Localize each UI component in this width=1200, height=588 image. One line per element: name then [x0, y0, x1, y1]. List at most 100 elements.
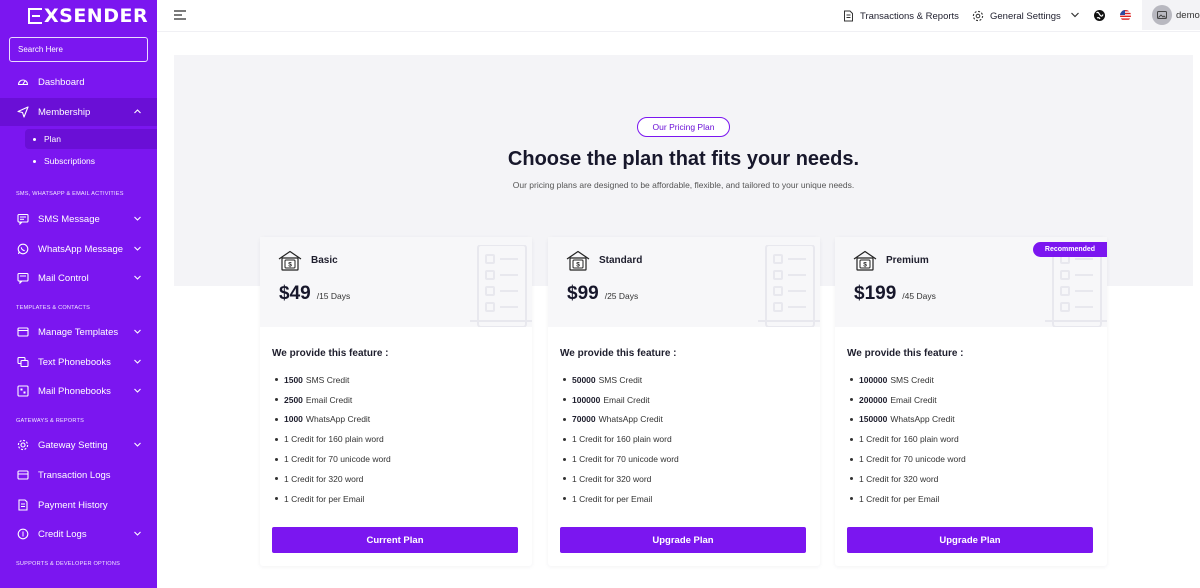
sidebar-item-membership[interactable]: Membership [0, 98, 157, 126]
pricing-pill: Our Pricing Plan [637, 117, 730, 137]
image-placeholder-icon [1157, 11, 1167, 19]
feature-item: 1 Credit for per Email [850, 489, 966, 509]
feature-text: WhatsApp Credit [890, 414, 955, 425]
sidebar-item-transaction-logs[interactable]: Transaction Logs [0, 461, 157, 489]
plan-price: $49 /15 Days [279, 283, 350, 305]
plan-action-button[interactable]: Upgrade Plan [560, 527, 806, 553]
sidebar-search-input[interactable] [9, 37, 148, 62]
document-icon [844, 10, 853, 22]
plan-price-period: /45 Days [902, 291, 936, 301]
feature-text: 1 Credit for 70 unicode word [572, 454, 679, 465]
feature-amount: 70000 [572, 414, 596, 425]
sidebar-item-whatsapp-message[interactable]: WhatsApp Message [0, 235, 157, 263]
sidebar-item-label: Transaction Logs [38, 469, 111, 481]
feature-item: 1 Credit for 160 plain word [563, 429, 679, 449]
feature-text: 1 Credit for 160 plain word [284, 434, 384, 445]
sms-icon [17, 213, 29, 225]
sidebar-subitem-plan[interactable]: Plan [25, 129, 157, 149]
feature-item: 1 Credit for 320 word [850, 469, 966, 489]
transactions-reports-link[interactable]: Transactions & Reports [843, 8, 959, 24]
template-icon [17, 326, 29, 338]
svg-text:$: $ [863, 262, 867, 269]
gear-icon [17, 439, 29, 451]
hamburger-menu-icon[interactable] [173, 9, 187, 21]
sidebar-item-label: Credit Logs [38, 528, 87, 540]
feature-text: SMS Credit [890, 374, 934, 385]
feature-text: 1 Credit for per Email [859, 493, 940, 504]
chevron-down-icon [134, 216, 141, 221]
svg-text:$: $ [288, 262, 292, 269]
chevron-down-icon [134, 359, 141, 364]
bullet-icon [33, 137, 36, 141]
document-watermark-icon [1045, 245, 1107, 327]
brand-name: XSENDER [44, 5, 149, 27]
user-menu[interactable]: demo [1142, 0, 1200, 30]
general-settings-label: General Settings [990, 10, 1061, 22]
sidebar-item-mail-control[interactable]: Mail Control [0, 264, 157, 292]
plan-action-button[interactable]: Current Plan [272, 527, 518, 553]
phonebook-icon [17, 356, 29, 368]
sidebar-item-label: Text Phonebooks [38, 356, 111, 368]
mail-icon [17, 272, 29, 284]
sidebar-subitem-label: Subscriptions [44, 156, 96, 166]
plan-name: Premium [886, 255, 929, 266]
sidebar-item-sms-message[interactable]: SMS Message [0, 205, 157, 233]
features-list: 1500 SMS Credit 2500 Email Credit 1000 WhatsA… [275, 370, 391, 509]
feature-text: WhatsApp Credit [598, 414, 663, 425]
feature-item: 100000 SMS Credit [850, 370, 966, 390]
chevron-up-icon [134, 109, 141, 114]
features-list: 50000 SMS Credit 100000 Email Credit 70000 Wh… [563, 370, 679, 509]
brand-logo[interactable]: XSENDER [28, 4, 148, 28]
pricing-card-header: $ Standard $99 /25 Days [548, 237, 820, 327]
chevron-down-icon[interactable] [1068, 8, 1082, 22]
language-globe-icon[interactable] [1092, 8, 1106, 22]
plan-money-icon: $ [566, 250, 590, 271]
feature-item: 1 Credit for 160 plain word [850, 429, 966, 449]
receipt-icon [17, 469, 29, 481]
feature-amount: 1000 [284, 414, 303, 425]
sidebar-item-credit-logs[interactable]: Credit Logs [0, 520, 157, 548]
sidebar-item-label: SMS Message [38, 213, 100, 225]
chevron-down-icon [134, 442, 141, 447]
feature-item: 200000 Email Credit [850, 390, 966, 410]
document-watermark-icon [758, 245, 820, 327]
chevron-down-icon [134, 275, 141, 280]
feature-text: 1 Credit for 160 plain word [572, 434, 672, 445]
sidebar-item-label: Mail Control [38, 272, 89, 284]
sidebar-item-label: Payment History [38, 499, 108, 511]
sidebar-item-mail-phonebooks[interactable]: Mail Phonebooks [0, 377, 157, 405]
feature-item: 1 Credit for 70 unicode word [563, 449, 679, 469]
sidebar-item-label: Gateway Setting [38, 439, 108, 451]
coins-icon [17, 528, 29, 540]
document-watermark-icon [470, 245, 532, 327]
sidebar-item-manage-templates[interactable]: Manage Templates [0, 318, 157, 346]
feature-text: 1 Credit for per Email [284, 493, 365, 504]
general-settings-link[interactable]: General Settings [972, 8, 1061, 24]
chevron-down-icon [134, 388, 141, 393]
feature-item: 1 Credit for 320 word [563, 469, 679, 489]
recommended-badge: Recommended [1033, 242, 1107, 257]
sidebar-item-label: WhatsApp Message [38, 243, 124, 255]
feature-item: 2500 Email Credit [275, 390, 391, 410]
send-icon [17, 106, 29, 118]
plan-name: Basic [311, 255, 338, 266]
feature-item: 1 Credit for 70 unicode word [275, 449, 391, 469]
sidebar-item-gateway-setting[interactable]: Gateway Setting [0, 431, 157, 459]
sidebar-subitem-subscriptions[interactable]: Subscriptions [25, 151, 157, 171]
features-title: We provide this feature : [272, 348, 389, 359]
feature-item: 1500 SMS Credit [275, 370, 391, 390]
sidebar-item-dashboard[interactable]: Dashboard [0, 68, 157, 96]
sidebar-item-label: Membership [38, 106, 91, 118]
sidebar-item-payment-history[interactable]: Payment History [0, 491, 157, 519]
feature-text: 1 Credit for 320 word [284, 473, 364, 484]
document-icon [17, 499, 29, 511]
sidebar-item-text-phonebooks[interactable]: Text Phonebooks [0, 348, 157, 376]
feature-item: 150000 WhatsApp Credit [850, 410, 966, 430]
section-title-gateways: GATEWAYS & REPORTS [16, 418, 85, 424]
us-flag-icon[interactable] [1118, 8, 1132, 22]
features-title: We provide this feature : [847, 348, 964, 359]
feature-text: 1 Credit for 160 plain word [859, 434, 959, 445]
plan-action-button[interactable]: Upgrade Plan [847, 527, 1093, 553]
feature-item: 1000 WhatsApp Credit [275, 410, 391, 430]
chevron-down-icon [134, 329, 141, 334]
